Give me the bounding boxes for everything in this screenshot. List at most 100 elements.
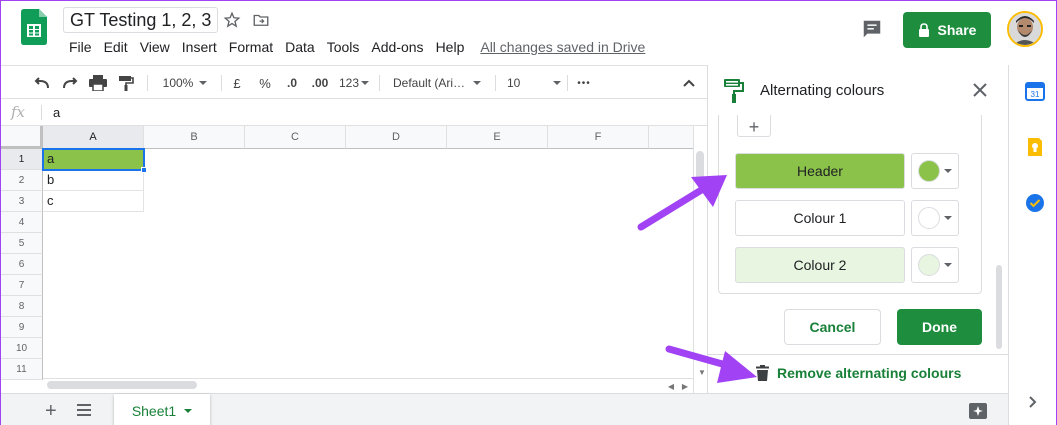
row-header-2[interactable]: 2 — [1, 170, 43, 191]
column-header-e[interactable]: E — [447, 126, 548, 149]
horizontal-scroll-thumb[interactable] — [47, 381, 197, 389]
colour-swatch-icon — [918, 160, 940, 182]
undo-icon — [34, 77, 49, 89]
column-header-f[interactable]: F — [548, 126, 649, 149]
colour-1-picker[interactable] — [911, 200, 959, 236]
panel-title: Alternating colours — [760, 82, 885, 99]
undo-button[interactable] — [31, 72, 53, 94]
toolbar-divider — [567, 75, 568, 91]
menu-add-ons[interactable]: Add-ons — [365, 37, 429, 57]
menu-edit[interactable]: Edit — [98, 37, 134, 57]
row-header-4[interactable]: 4 — [1, 212, 43, 233]
collapse-toolbar-button[interactable] — [679, 72, 699, 94]
cancel-button[interactable]: Cancel — [784, 309, 881, 345]
cell-a3[interactable]: c — [43, 191, 144, 212]
chevron-down-icon — [944, 263, 952, 267]
select-all-corner[interactable] — [1, 126, 43, 149]
share-label: Share — [937, 22, 977, 38]
chevron-down-icon[interactable] — [184, 408, 193, 413]
row-header-3[interactable]: 3 — [1, 191, 43, 212]
sheet-tab-sheet1[interactable]: Sheet1 — [114, 394, 210, 425]
column-header-c[interactable]: C — [245, 126, 346, 149]
chevron-up-icon — [683, 79, 695, 87]
increase-decimals-button[interactable]: .00 — [307, 72, 333, 94]
add-sheet-icon[interactable]: + — [45, 400, 57, 423]
paint-format-icon — [119, 76, 134, 91]
chevron-down-icon — [361, 81, 370, 85]
formula-input[interactable]: a — [53, 105, 60, 120]
menu-view[interactable]: View — [134, 37, 176, 57]
paint-format-button[interactable] — [115, 72, 137, 94]
remove-alternating-colours-label: Remove alternating colours — [777, 365, 962, 381]
cell-a2[interactable]: b — [43, 170, 144, 191]
currency-format-button[interactable]: £ — [227, 72, 247, 94]
header-colour-button[interactable]: Header — [735, 153, 905, 189]
menu-help[interactable]: Help — [430, 37, 471, 57]
scroll-left-arrow-icon[interactable]: ◀ — [665, 380, 677, 392]
row-header-1[interactable]: 1 — [1, 149, 43, 170]
zoom-select[interactable]: 100% — [155, 72, 215, 94]
menu-insert[interactable]: Insert — [176, 37, 223, 57]
row-header-6[interactable]: 6 — [1, 254, 43, 275]
menu-file[interactable]: File — [63, 37, 98, 57]
percent-format-button[interactable]: % — [255, 72, 275, 94]
paint-roller-icon — [724, 79, 744, 103]
colour-1-button[interactable]: Colour 1 — [735, 200, 905, 236]
row-header-8[interactable]: 8 — [1, 296, 43, 317]
row-header-5[interactable]: 5 — [1, 233, 43, 254]
more-toolbar-button[interactable]: ••• — [573, 72, 595, 94]
comment-history-icon[interactable] — [861, 18, 883, 40]
row-header-11[interactable]: 11 — [1, 359, 43, 380]
scroll-right-arrow-icon[interactable]: ▶ — [679, 380, 691, 392]
all-sheets-menu-icon[interactable] — [77, 404, 91, 416]
star-icon[interactable] — [223, 11, 241, 29]
sheets-logo-icon[interactable] — [21, 9, 47, 45]
decrease-decimals-button[interactable]: .0 — [281, 72, 303, 94]
fx-icon: fx — [11, 103, 26, 121]
menu-format[interactable]: Format — [223, 37, 279, 57]
formula-divider — [41, 105, 42, 120]
panel-header: Alternating colours — [708, 65, 1008, 117]
close-icon[interactable] — [972, 82, 988, 98]
panel-scroll-thumb[interactable] — [996, 265, 1002, 349]
redo-button[interactable] — [59, 72, 81, 94]
row-header-9[interactable]: 9 — [1, 317, 43, 338]
column-header-b[interactable]: B — [144, 126, 245, 149]
sheet-bar: + Sheet1 — [1, 393, 1016, 425]
add-custom-style-button[interactable]: + — [737, 115, 771, 137]
print-button[interactable] — [87, 72, 109, 94]
fill-handle[interactable] — [141, 167, 147, 173]
share-button[interactable]: Share — [903, 12, 991, 48]
calendar-icon[interactable]: 31 — [1025, 81, 1045, 101]
colour-2-picker[interactable] — [911, 247, 959, 283]
chevron-right-icon[interactable] — [1028, 395, 1038, 409]
explore-icon[interactable] — [969, 403, 987, 419]
header-colour-picker[interactable] — [911, 153, 959, 189]
vertical-scroll-thumb[interactable] — [696, 151, 704, 181]
font-size-select[interactable]: 10 — [501, 72, 567, 94]
column-header-a[interactable]: A — [43, 126, 144, 149]
more-formats-select[interactable]: 123 — [337, 72, 371, 94]
colour-swatch-icon — [918, 207, 940, 229]
tasks-icon[interactable] — [1025, 193, 1045, 213]
done-button[interactable]: Done — [897, 309, 982, 345]
column-header-d[interactable]: D — [346, 126, 447, 149]
move-to-folder-icon[interactable] — [252, 11, 270, 29]
toolbar-divider — [147, 75, 148, 91]
menu-data[interactable]: Data — [279, 37, 321, 57]
colour-2-button[interactable]: Colour 2 — [735, 247, 905, 283]
font-family-select[interactable]: Default (Ari… — [387, 72, 487, 94]
save-status-link[interactable]: All changes saved in Drive — [480, 37, 645, 57]
remove-alternating-colours-button[interactable]: Remove alternating colours — [756, 365, 961, 381]
row-header-7[interactable]: 7 — [1, 275, 43, 296]
keep-icon[interactable] — [1025, 137, 1045, 157]
document-title-input[interactable]: GT Testing 1, 2, 3 — [63, 7, 219, 33]
avatar[interactable] — [1007, 11, 1043, 47]
font-size-value: 10 — [507, 76, 521, 90]
cell-a1[interactable]: a — [42, 148, 145, 171]
chevron-down-icon — [199, 81, 208, 85]
top-bar: GT Testing 1, 2, 3 File Edit View Insert… — [1, 1, 1056, 65]
menu-tools[interactable]: Tools — [321, 37, 366, 57]
row-header-10[interactable]: 10 — [1, 338, 43, 359]
menu-bar: File Edit View Insert Format Data Tools … — [63, 37, 645, 57]
